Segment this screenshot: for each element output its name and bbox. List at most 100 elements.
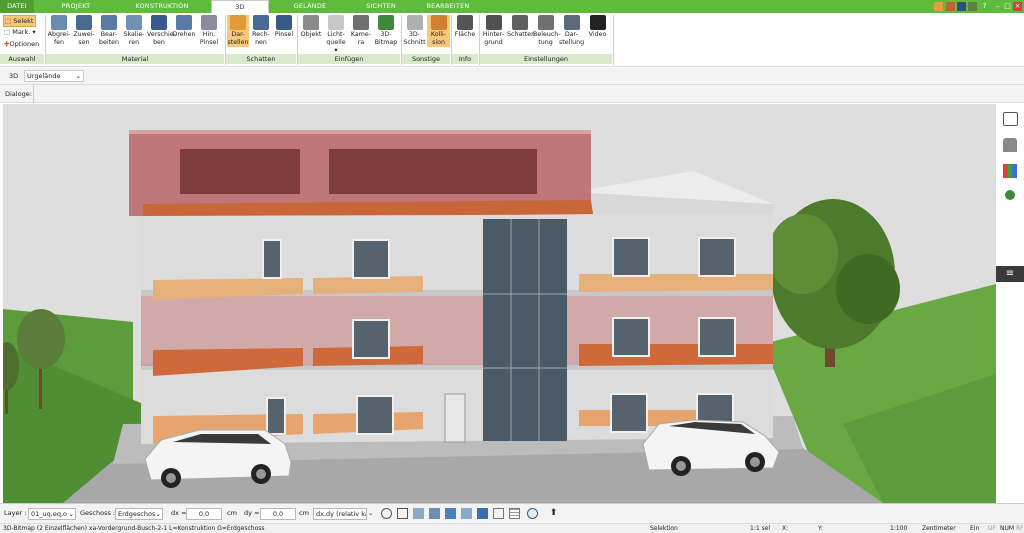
ribbon-button-label: sen [78,39,90,46]
geschoss-label: Geschoss : [80,509,116,517]
layers-icon[interactable] [1003,112,1018,126]
help-icon[interactable]: ? [980,2,989,11]
ribbon-button-label: Verschie- [147,31,176,38]
area-tool-icon[interactable] [477,508,488,519]
divider [33,85,34,103]
schatten-button-0[interactable]: Dar-stellen [227,15,249,47]
einstellungen-button-0[interactable]: Hinter-grund [481,15,506,47]
ribbon-button-label: Objekt [300,31,322,38]
ribbon-separator [613,15,614,65]
geschoss-dropdown[interactable]: Erdgeschos ⌄ [115,508,163,520]
clock-icon[interactable] [381,508,392,519]
tab-3d[interactable]: 3D [211,0,269,14]
tab-gelaende[interactable]: GELÄNDE [275,0,345,13]
material-button-2[interactable]: Bear-beiten [97,15,121,47]
material-button-6[interactable]: Hin. Pinsel [197,15,221,47]
status-info: 3D-Bitmap (2 Einzelflächen) xa-Vordergru… [3,525,265,532]
chevron-down-icon: ⌄ [75,72,81,80]
ribbon-button-label: Zuwei- [73,31,95,38]
material-button-3[interactable]: Skalie-ren [122,15,146,47]
material-button-5[interactable]: Drehen [172,15,196,39]
3d-viewport[interactable] [3,104,996,503]
north-icon[interactable] [527,508,538,519]
ribbon-button-label: Beleuch- [533,31,561,38]
snap-tool-icon[interactable] [429,508,440,519]
einstellungen-tool-icon-1 [511,15,528,30]
tab-datei[interactable]: DATEI [0,0,34,13]
ribbon-button-label: Kolli- [430,31,447,38]
schatten-button-2[interactable]: Pinsel [273,15,295,39]
chevron-down-icon[interactable]: ⌄ [368,506,373,520]
material-button-1[interactable]: Zuwei-sen [72,15,96,47]
schatten-tool-icon-0 [230,15,246,30]
coordinate-mode-dropdown[interactable]: dx,dy (relativ ka [313,508,367,520]
dy-input[interactable]: 0,0 [260,508,296,520]
minimize-icon[interactable]: – [993,2,1002,11]
ribbon-button-label: fen [53,39,65,46]
sonstige-button-1[interactable]: Kolli-sion [427,15,450,47]
material-palette-icon[interactable] [1003,164,1017,178]
einstellungen-button-2[interactable]: Beleuch-tung [533,15,561,47]
einfuegen-button-2[interactable]: Kame-ra [349,15,373,47]
grid-tool-icon[interactable] [493,508,504,519]
line-tool-icon[interactable] [445,508,456,519]
einstellungen-button-4[interactable]: Video [585,15,610,39]
group-label-sonstige: Sonstige [402,54,450,64]
arrow-up-icon[interactable]: ⬆ [548,508,559,519]
einfuegen-tool-icon-1 [328,15,344,30]
material-button-0[interactable]: Abgrei-fen [47,15,71,47]
curve-tool-icon[interactable] [461,508,472,519]
monitor-icon[interactable] [397,508,408,519]
tab-sichten[interactable]: SICHTEN [350,0,412,13]
ribbon-button-label: 3D- [408,31,421,38]
dx-input[interactable]: 0,0 [186,508,222,520]
tab-bearbeiten[interactable]: BEARBEITEN [418,0,478,13]
einstellungen-tool-icon-3 [563,15,580,30]
ribbon-button-label: Kame- [350,31,372,38]
material-tool-icon-0 [51,15,67,30]
sonstige-tool-icon-1 [430,15,447,30]
select-button[interactable]: ⬚ Selekt [3,15,37,27]
quick-tool-icon-2[interactable] [957,2,966,11]
einfuegen-button-3[interactable]: 3D- Bitmap [374,15,398,47]
einstellungen-tool-icon-2 [537,15,554,30]
sonstige-button-0[interactable]: 3D- Schnitt [403,15,426,47]
einstellungen-button-3[interactable]: Dar-stellung [559,15,584,47]
options-button[interactable]: ✚Optionen [3,39,39,49]
layer-label: Layer : [4,509,27,517]
bottom-toolbar: Layer : 01_uq,eq,o ⌄ Geschoss : Erdgesch… [0,503,1024,523]
mark-button[interactable]: ⬚ Mark. ▾ [3,27,36,37]
panel-menu-icon[interactable]: ≡ [996,266,1024,282]
ribbon-button-label: Fläche [454,31,476,38]
einstellungen-tool-icon-0 [485,15,502,30]
einstellungen-button-1[interactable]: Schatten [507,15,535,39]
status-num: NUM [1000,525,1015,532]
quick-tool-icon-3[interactable] [968,2,977,11]
layer-dropdown[interactable]: 01_uq,eq,o ⌄ [28,508,76,520]
group-label-einstellungen: Einstellungen [480,54,612,64]
tab-projekt[interactable]: PROJEKT [40,0,112,13]
einfuegen-tool-icon-3 [378,15,394,30]
furniture-icon[interactable] [1003,138,1017,152]
ribbon-button-label: tung [538,39,553,46]
quick-tool-icon[interactable] [934,2,943,11]
info-button-0[interactable]: Fläche [453,15,477,39]
status-scale: 1:1 sel [750,525,771,532]
view-tool-icon[interactable] [413,508,424,519]
raster-icon[interactable] [509,508,520,519]
maximize-icon[interactable]: □ [1003,2,1012,11]
terrain-dropdown[interactable]: Urgelände ⌄ [24,70,84,82]
dialog-label: Dialoge: [5,90,32,98]
einfuegen-button-1[interactable]: Licht-quelle ▾ [324,15,348,55]
save-icon[interactable] [946,2,955,11]
ribbon-button-label: Hin. [202,31,216,38]
ribbon-button-label: Pinsel [199,39,219,46]
einfuegen-button-0[interactable]: Objekt [299,15,323,39]
tab-konstruktion[interactable]: KONSTRUKTION [118,0,206,13]
material-button-4[interactable]: Verschie-ben [147,15,176,47]
plant-icon[interactable] [1005,190,1015,200]
ribbon-button-label: grund [484,39,503,46]
einfuegen-tool-icon-0 [303,15,319,30]
close-icon[interactable]: × [1013,2,1022,11]
schatten-button-1[interactable]: Rech-nen [250,15,272,47]
